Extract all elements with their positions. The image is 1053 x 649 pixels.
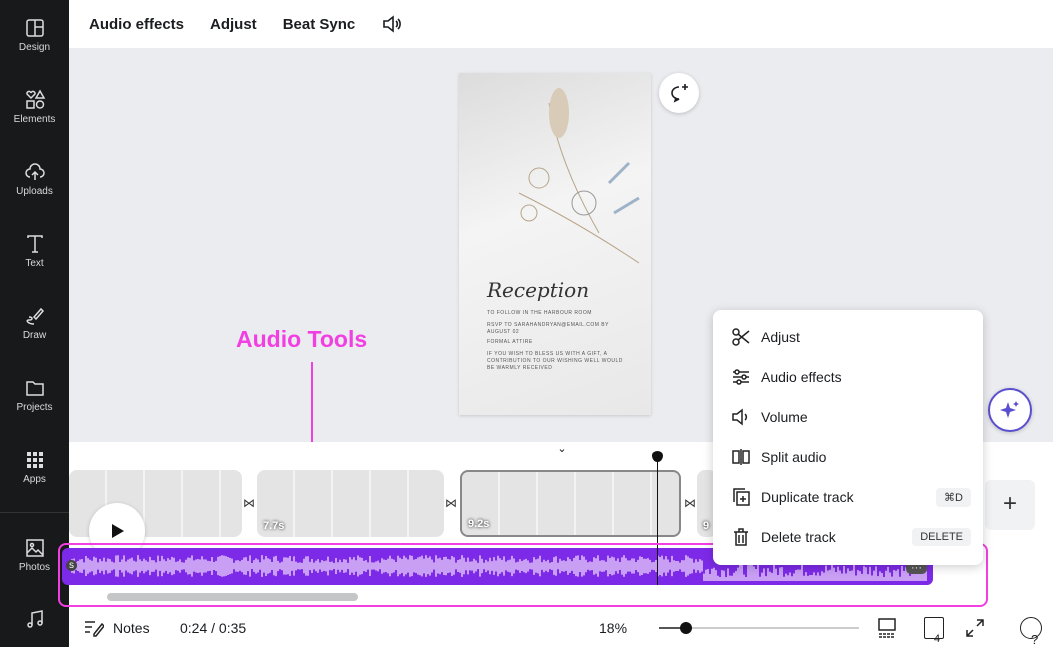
menu-item-audio-effects[interactable]: Audio effects (731, 365, 971, 389)
transition-icon[interactable]: ⋈ (445, 496, 457, 510)
magic-button[interactable] (988, 388, 1032, 432)
collapse-timeline-button[interactable]: ⌄ (529, 442, 595, 458)
playback-time: 0:24 / 0:35 (180, 620, 247, 636)
sidebar-item-audio[interactable] (0, 608, 69, 633)
trash-icon (734, 528, 748, 546)
text-icon (26, 235, 43, 253)
speaker-icon (732, 408, 748, 426)
card-text: FORMAL ATTIRE (487, 339, 533, 345)
zoom-slider[interactable] (659, 622, 859, 634)
pages-button[interactable]: 4 (924, 617, 944, 645)
sidebar-item-apps[interactable]: Apps (0, 449, 69, 485)
audio-context-menu: Adjust Audio effects Volume Split audio … (713, 310, 983, 565)
audio-effects-button[interactable]: Audio effects (89, 16, 184, 33)
shortcut-badge: DELETE (912, 528, 971, 546)
sidebar-item-draw[interactable]: Draw (0, 305, 69, 341)
split-icon (732, 449, 750, 465)
comment-button[interactable] (659, 73, 699, 113)
sidebar-item-projects[interactable]: Projects (0, 377, 69, 413)
card-text: IF YOU WISH TO BLESS US WITH A GIFT, A C… (487, 351, 623, 371)
play-icon (112, 524, 124, 538)
sliders-icon (733, 369, 749, 385)
video-clip-selected[interactable]: 9.2s (460, 470, 681, 537)
zoom-slider-thumb[interactable] (680, 622, 692, 634)
comment-add-icon (671, 84, 688, 103)
timeline-scrollbar[interactable] (107, 593, 358, 601)
sidebar-item-uploads[interactable]: Uploads (0, 161, 69, 197)
design-page[interactable]: Reception TO FOLLOW IN THE HARBOUR ROOM … (459, 73, 651, 415)
sidebar-item-design[interactable]: Design (0, 17, 69, 53)
help-button[interactable]: ? (1020, 617, 1042, 647)
shortcut-badge: ⌘D (936, 487, 971, 507)
menu-item-split-audio[interactable]: Split audio (731, 445, 971, 469)
folder-icon (25, 381, 44, 396)
menu-item-delete-track[interactable]: Delete track DELETE (731, 525, 971, 549)
menu-item-adjust[interactable]: Adjust (731, 325, 971, 349)
shapes-icon (25, 89, 45, 109)
add-page-button[interactable]: + (985, 480, 1035, 530)
notes-icon[interactable] (84, 619, 104, 637)
card-title: Reception (487, 278, 590, 302)
sidebar-item-text[interactable]: Text (0, 233, 69, 269)
adjust-button[interactable]: Adjust (210, 16, 257, 33)
image-icon (25, 539, 44, 557)
volume-icon[interactable] (381, 13, 403, 35)
zoom-level[interactable]: 18% (599, 620, 627, 636)
transition-icon[interactable]: ⋈ (684, 496, 696, 510)
help-icon: ? (1031, 632, 1039, 647)
card-text: TO FOLLOW IN THE HARBOUR ROOM (487, 310, 592, 316)
pen-icon (25, 307, 44, 325)
bottom-bar: Notes 0:24 / 0:35 18% 4 ? (69, 608, 1053, 647)
layout-icon (25, 19, 44, 37)
notes-button[interactable]: Notes (113, 620, 150, 636)
sparkle-icon (1000, 401, 1019, 418)
scissors-icon (732, 328, 750, 346)
fullscreen-icon[interactable] (965, 618, 985, 638)
grid-view-icon[interactable] (877, 617, 897, 639)
sidebar-item-elements[interactable]: Elements (0, 89, 69, 125)
audio-toolbar: Audio effects Adjust Beat Sync (69, 0, 1053, 48)
menu-item-duplicate-track[interactable]: Duplicate track ⌘D (731, 485, 971, 509)
video-clip[interactable]: 7.7s (257, 470, 444, 537)
sidebar-divider (0, 512, 69, 513)
floral-illustration (518, 88, 640, 264)
transition-icon[interactable]: ⋈ (243, 496, 255, 510)
card-text: RSVP TO SARAHANDRYAN@EMAIL.COM BY AUGUST… (487, 322, 609, 335)
cloud-upload-icon (24, 163, 45, 180)
chevron-down-icon: ⌄ (557, 443, 567, 455)
duplicate-icon (733, 488, 750, 506)
menu-item-volume[interactable]: Volume (731, 405, 971, 429)
annotation-label: Audio Tools (236, 326, 368, 352)
music-icon (26, 610, 43, 628)
grid-icon (26, 452, 43, 468)
beat-sync-button[interactable]: Beat Sync (283, 16, 356, 33)
